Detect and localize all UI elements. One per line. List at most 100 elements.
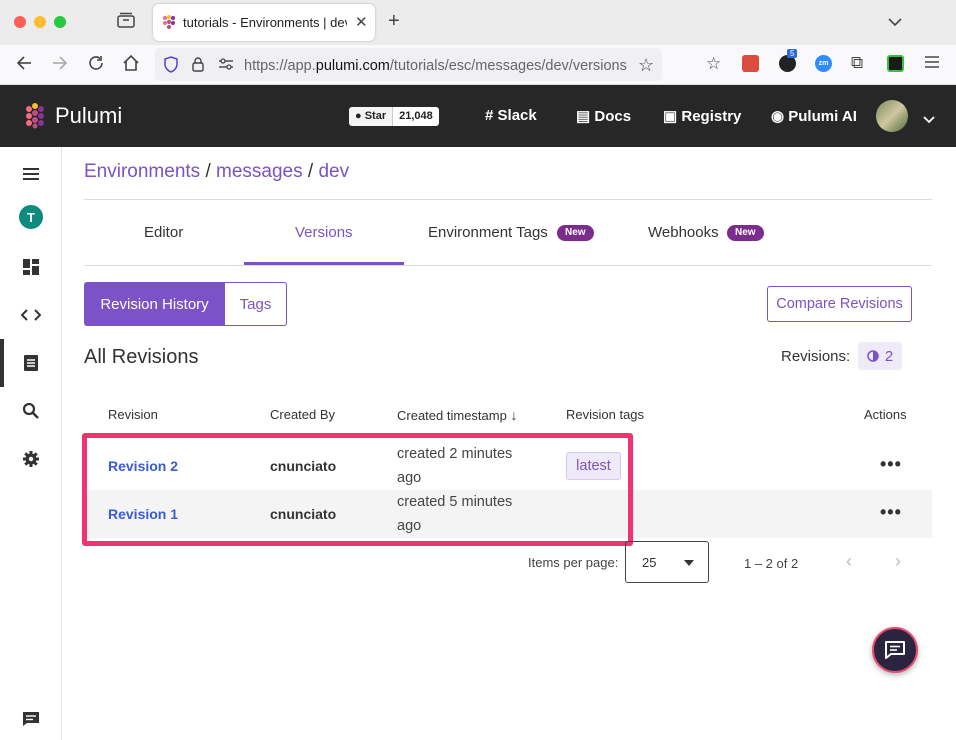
items-per-page-label: Items per page: [528,555,619,570]
segment-tags[interactable]: Tags [224,282,287,326]
column-header-revision: Revision [108,407,158,422]
sidebar-item-settings[interactable] [0,439,62,479]
close-window-button[interactable] [14,16,26,28]
breadcrumb-separator: / [307,161,314,182]
tab-overview-icon[interactable] [117,12,135,33]
breadcrumb-separator: / [205,161,211,182]
pagination-range: 1 – 2 of 2 [744,556,799,571]
sort-down-arrow-icon: ↓ [510,407,518,423]
brand-name[interactable]: Pulumi [55,103,122,129]
slack-icon: # [485,107,494,124]
breadcrumb-divider [84,199,932,200]
tab-list-chevron-icon[interactable] [888,12,902,32]
row-actions-menu-icon[interactable]: ••• [880,454,902,475]
browser-tab-title: tutorials - Environments | dev | Pulumi [183,15,347,30]
back-arrow-icon[interactable] [15,54,33,77]
pocket-icon[interactable]: ☆ [706,54,721,74]
docs-icon: ▤ [576,108,591,125]
nav-docs[interactable]: ▤ Docs [576,107,631,125]
org-avatar: T [19,205,43,229]
url-text[interactable]: https://app.pulumi.com/tutorials/esc/mes… [244,58,627,74]
revisions-count-label: Revisions: [781,348,851,365]
new-badge: New [557,225,594,241]
environments-icon [24,355,38,371]
robot-icon: ◉ [771,108,785,125]
dropdown-caret-icon [684,560,694,566]
code-icon [21,309,41,321]
browser-tab-bar: tutorials - Environments | dev | Pulumi … [0,0,956,45]
forward-arrow-icon[interactable] [51,54,69,77]
previous-page-chevron-icon[interactable]: ‹ [846,551,852,572]
items-per-page-value: 25 [642,555,657,570]
todoist-extension-icon[interactable] [742,55,759,72]
breadcrumb: Environments / messages / dev [84,161,349,183]
new-tab-icon[interactable]: + [388,10,400,33]
hamburger-icon [23,168,39,180]
browser-tab-active[interactable]: tutorials - Environments | dev | Pulumi … [153,4,375,41]
chat-icon [23,712,39,726]
github-star-label: ● Star [349,107,394,126]
chat-bubble-icon [885,641,905,659]
column-header-created-timestamp[interactable]: Created timestamp ↓ [397,407,517,423]
reload-icon[interactable] [87,54,105,77]
revisions-count-value: 2 [884,347,894,365]
breadcrumb-environment[interactable]: dev [318,161,349,182]
nav-slack[interactable]: # Slack [485,107,537,124]
sidebar-org-switcher[interactable]: T [0,197,62,237]
compare-revisions-button[interactable]: Compare Revisions [767,286,912,322]
sidebar-menu-toggle[interactable] [0,154,62,194]
chat-assistant-button[interactable] [872,627,918,673]
sidebar-item-dashboard[interactable] [0,247,62,287]
green-extension-icon[interactable] [887,55,904,72]
column-header-created-by[interactable]: Created By [270,407,335,422]
sidebar-item-environments[interactable] [0,343,62,383]
nav-pulumi-ai[interactable]: ◉ Pulumi AI [771,107,857,125]
github-icon: ● [355,110,362,122]
minimize-window-button[interactable] [34,16,46,28]
github-star-badge[interactable]: ● Star 21,048 [349,107,439,126]
next-page-chevron-icon[interactable]: › [895,551,901,572]
site-permissions-icon[interactable] [218,57,234,76]
lock-icon[interactable] [191,56,205,78]
column-header-actions: Actions [864,407,907,422]
sidebar-item-feedback[interactable] [0,699,62,739]
tracking-shield-icon[interactable] [163,56,179,78]
tab-editor[interactable]: Editor [144,224,183,241]
extensions-puzzle-icon[interactable]: ⧉ [851,53,863,73]
user-menu-chevron-icon[interactable] [923,111,935,129]
row-actions-menu-icon[interactable]: ••• [880,502,902,523]
bookmark-star-icon[interactable]: ☆ [638,55,654,76]
browser-toolbar: https://app.pulumi.com/tutorials/esc/mes… [0,45,956,85]
breadcrumb-project[interactable]: messages [216,161,303,182]
pulumi-logo-icon[interactable] [23,103,47,134]
extension-badge: 5 [787,49,798,58]
segment-revision-history[interactable]: Revision History [84,282,225,326]
tabs-divider [84,265,932,266]
items-per-page-select[interactable]: 25 [625,541,709,583]
user-avatar[interactable] [876,100,908,132]
zoom-extension-icon[interactable]: zm [815,55,832,72]
tab-versions[interactable]: Versions [295,224,353,241]
github-extension-icon[interactable]: 5 [779,49,798,72]
nav-registry[interactable]: ▣ Registry [663,107,741,125]
tab-environment-tags[interactable]: Environment Tags [428,224,548,241]
breadcrumb-environments[interactable]: Environments [84,161,200,182]
github-star-count: 21,048 [393,107,439,126]
gear-icon [23,451,39,467]
close-tab-icon[interactable]: ✕ [355,13,368,31]
registry-icon: ▣ [663,108,678,125]
hamburger-menu-icon[interactable] [924,54,940,74]
highlight-annotation-box [82,433,633,546]
new-badge: New [727,225,764,241]
pulumi-favicon-icon [162,15,176,34]
maximize-window-button[interactable] [54,16,66,28]
app-header: Pulumi ● Star 21,048 # Slack ▤ Docs ▣ Re… [0,85,956,147]
sidebar-item-code[interactable] [0,295,62,335]
home-icon[interactable] [122,54,140,77]
sidebar-item-search[interactable] [0,391,62,431]
address-bar[interactable]: https://app.pulumi.com/tutorials/esc/mes… [155,48,662,81]
section-title: All Revisions [84,346,199,368]
tab-webhooks[interactable]: Webhooks [648,224,719,241]
column-header-revision-tags: Revision tags [566,407,645,422]
history-icon [867,350,879,362]
